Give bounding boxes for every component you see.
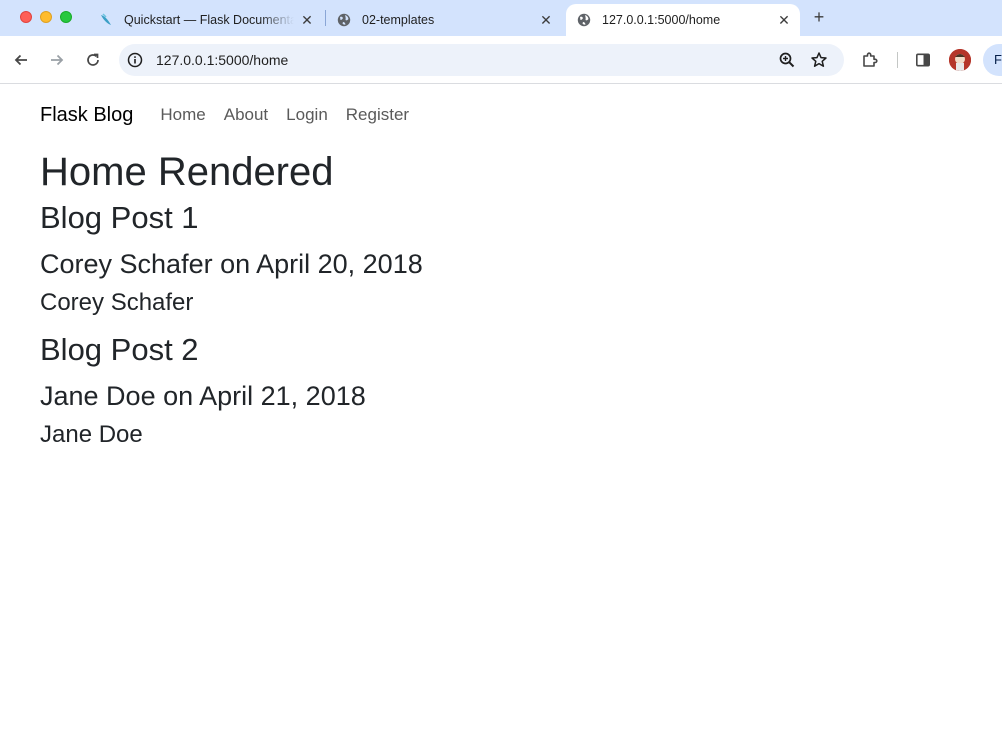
profile-avatar-icon[interactable] [949, 49, 971, 71]
profile-chip[interactable]: F [983, 44, 1002, 76]
address-bar[interactable]: 127.0.0.1:5000/home [119, 44, 844, 76]
window-close-button[interactable] [20, 11, 32, 23]
post-byline: Jane Doe on April 21, 2018 [40, 381, 366, 411]
post-item: Blog Post 1 Corey Schafer on April 20, 2… [40, 200, 423, 317]
bookmark-star-icon[interactable] [810, 51, 828, 69]
tab-title: 127.0.0.1:5000/home [602, 13, 721, 27]
tab-02-templates[interactable]: 02-templates ✕ [330, 4, 562, 36]
browser-toolbar: 127.0.0.1:5000/home F [0, 36, 1002, 84]
post-item: Blog Post 2 Jane Doe on April 21, 2018 J… [40, 332, 423, 449]
tab-quickstart-flask[interactable]: Quickstart — Flask Documentation ✕ [90, 4, 322, 36]
post-author: Corey Schafer [40, 289, 194, 316]
nav-link-about[interactable]: About [224, 105, 268, 125]
reload-icon[interactable] [81, 48, 105, 72]
globe-icon [576, 12, 592, 28]
tab-title: Quickstart — Flask Documentation [124, 13, 294, 27]
tab-home-active[interactable]: 127.0.0.1:5000/home ✕ [566, 4, 800, 36]
post-author: Jane Doe [40, 421, 143, 448]
zoom-icon[interactable] [778, 51, 796, 69]
post-title: Blog Post 1 [40, 200, 199, 235]
nav-link-login[interactable]: Login [286, 105, 328, 125]
site-info-icon[interactable] [127, 52, 143, 68]
extensions-puzzle-icon[interactable] [858, 48, 882, 72]
post-title: Blog Post 2 [40, 332, 199, 367]
post-byline: Corey Schafer on April 20, 2018 [40, 249, 423, 279]
address-url[interactable]: 127.0.0.1:5000/home [156, 52, 288, 68]
page-title: Home Rendered [40, 150, 334, 194]
close-icon[interactable]: ✕ [300, 12, 314, 28]
tab-divider [325, 10, 326, 26]
window-zoom-button[interactable] [60, 11, 72, 23]
nav-link-register[interactable]: Register [346, 105, 409, 125]
forward-arrow-icon[interactable] [45, 48, 69, 72]
close-icon[interactable]: ✕ [538, 12, 554, 28]
window-minimize-button[interactable] [40, 11, 52, 23]
flask-icon [98, 12, 114, 28]
side-panel-icon[interactable] [911, 48, 935, 72]
nav-link-home[interactable]: Home [160, 105, 205, 125]
new-tab-button[interactable]: + [808, 6, 830, 28]
tab-title: 02-templates [362, 13, 435, 27]
tab-strip: Quickstart — Flask Documentation ✕ 02-te… [0, 0, 1002, 36]
site-brand-link[interactable]: Flask Blog [40, 104, 133, 127]
globe-icon [336, 12, 352, 28]
toolbar-divider [897, 52, 898, 68]
web-page: Flask Blog Home About Login Register Hom… [0, 85, 1002, 754]
main-content: Home Rendered Blog Post 1 Corey Schafer … [40, 149, 423, 464]
site-navbar: Flask Blog Home About Login Register [40, 99, 427, 131]
back-arrow-icon[interactable] [9, 48, 33, 72]
close-icon[interactable]: ✕ [776, 12, 792, 28]
